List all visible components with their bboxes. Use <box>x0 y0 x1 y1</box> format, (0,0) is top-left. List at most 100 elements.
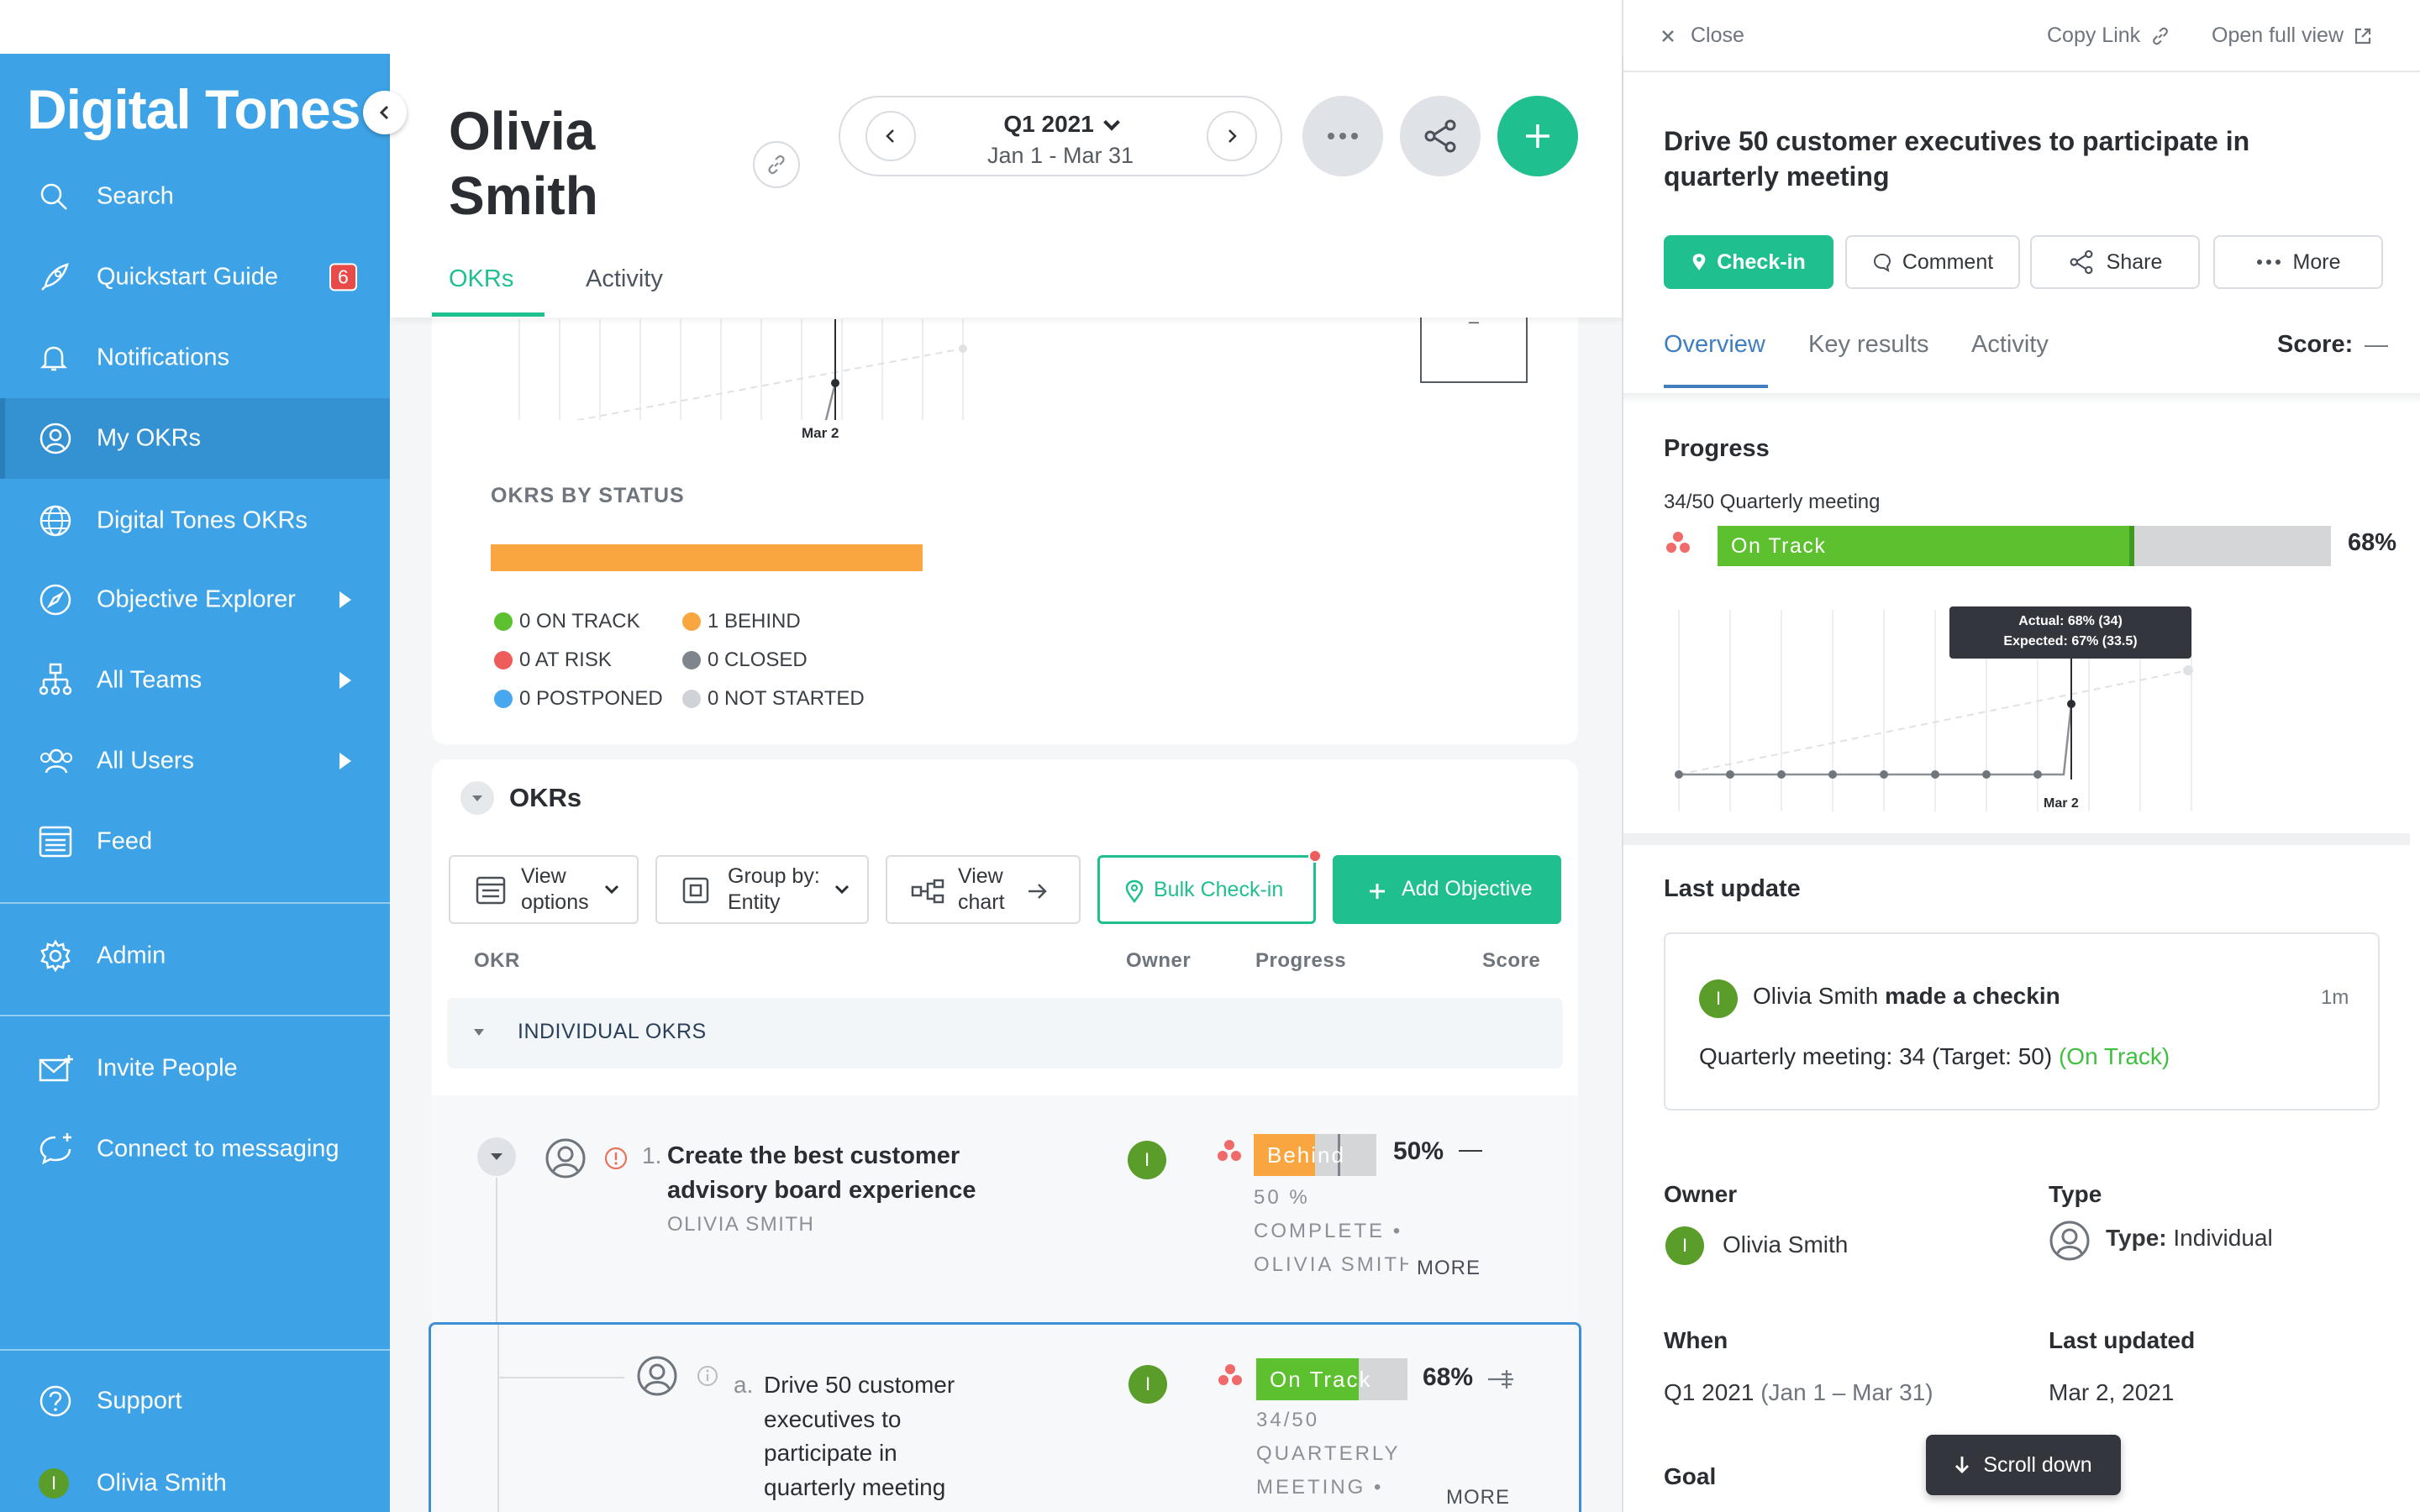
info-icon[interactable] <box>697 1365 718 1387</box>
owner-label: Owner <box>1664 1181 1738 1207</box>
update-status: (On Track) <box>2058 1043 2170 1069</box>
column-header-progress: Progress <box>1255 949 1347 972</box>
owner-avatar[interactable]: I <box>1128 1365 1167 1404</box>
checkin-button[interactable]: Check-in <box>1664 235 1833 289</box>
sidebar-item-feed[interactable]: Feed <box>0 801 390 882</box>
checkin-label: Check-in <box>1717 249 1806 274</box>
panel-title: Drive 50 customer executives to particip… <box>1664 126 2250 192</box>
sidebar-item-quickstart[interactable]: Quickstart Guide 6 <box>0 237 390 318</box>
panel-tab-overview[interactable]: Overview <box>1664 331 1765 359</box>
caret-down-icon <box>472 795 482 801</box>
sidebar-item-all-teams[interactable]: All Teams <box>0 640 390 721</box>
close-button[interactable]: Close <box>1660 24 1744 48</box>
view-chart-label: View chart <box>958 864 1005 915</box>
collapse-okrs-button[interactable] <box>460 781 494 815</box>
group-title: INDIVIDUAL OKRS <box>518 1020 707 1043</box>
type-value: Type: Individual <box>2106 1225 2273 1252</box>
owner-name[interactable]: Olivia Smith <box>1723 1231 1848 1258</box>
plus-icon <box>1370 884 1385 899</box>
tabs-shadow <box>1623 393 2420 403</box>
sidebar-item-digital-tones-okrs[interactable]: Digital Tones OKRs <box>0 480 390 561</box>
panel-status-label: On Track <box>1731 534 1827 558</box>
chevron-down-icon <box>1102 113 1120 131</box>
sidebar-item-search[interactable]: Search <box>0 156 390 237</box>
link-icon <box>768 155 785 175</box>
sidebar-item-label: Objective Explorer <box>97 585 296 613</box>
scroll-down-button[interactable]: Scroll down <box>1926 1435 2121 1495</box>
sidebar-item-my-okrs[interactable]: My OKRs <box>0 398 390 479</box>
sidebar-item-admin[interactable]: Admin <box>0 916 390 996</box>
objective-title[interactable]: Create the best customer advisory board … <box>667 1139 1003 1207</box>
more-link[interactable]: MORE <box>1417 1257 1481 1280</box>
sidebar-item-notifications[interactable]: Notifications <box>0 318 390 398</box>
expand-caret-icon[interactable] <box>339 591 351 608</box>
progress-percent: 68% <box>1423 1363 1474 1391</box>
add-objective-button[interactable]: Add Objective <box>1333 855 1561 924</box>
arrow-right-icon <box>1028 884 1047 899</box>
top-bar <box>0 0 1622 54</box>
sidebar-item-objective-explorer[interactable]: Objective Explorer <box>0 559 390 640</box>
copy-link-button[interactable]: Copy Link <box>2047 24 2170 48</box>
gear-icon <box>40 939 71 973</box>
sidebar-item-support[interactable]: Support <box>0 1361 390 1441</box>
period-selector[interactable]: Q1 2021 Jan 1 - Mar 31 <box>839 96 1282 176</box>
when-period: Q1 2021 <box>1664 1379 1754 1405</box>
share-label: Share <box>2106 249 2163 274</box>
next-period-button[interactable] <box>1207 111 1257 161</box>
objective-row[interactable]: 1. Create the best customer advisory boa… <box>432 1095 1578 1322</box>
column-header-okr: OKR <box>474 949 520 972</box>
expand-caret-icon[interactable] <box>339 753 351 769</box>
close-label: Close <box>1691 24 1744 47</box>
open-full-view-button[interactable]: Open full view <box>2212 24 2372 48</box>
tab-activity[interactable]: Activity <box>586 265 663 293</box>
panel-share-button[interactable]: Share <box>2030 235 2200 289</box>
sidebar-item-invite-people[interactable]: Invite People <box>0 1028 390 1109</box>
owner-avatar[interactable]: I <box>1128 1141 1166 1179</box>
more-link[interactable]: MORE <box>1446 1486 1510 1509</box>
collapse-sidebar-button[interactable] <box>363 91 407 134</box>
sidebar-item-connect-messaging[interactable]: Connect to messaging <box>0 1109 390 1189</box>
panel-tab-activity[interactable]: Activity <box>1971 331 2049 359</box>
sidebar-item-label: Search <box>97 182 174 210</box>
add-button[interactable] <box>1497 96 1578 176</box>
asana-icon <box>1218 1140 1241 1161</box>
messaging-icon <box>39 1133 71 1165</box>
score-value: — <box>2365 331 2388 357</box>
type-label: Type <box>2049 1181 2102 1207</box>
comment-button[interactable]: Comment <box>1845 235 2020 289</box>
sidebar-item-label: Connect to messaging <box>97 1135 339 1163</box>
expand-objective-button[interactable] <box>477 1137 516 1176</box>
sidebar-item-user-profile[interactable]: I Olivia Smith <box>0 1443 390 1512</box>
panel-tab-key-results[interactable]: Key results <box>1808 331 1928 359</box>
comment-label: Comment <box>1902 249 1994 274</box>
group-by-button[interactable]: Group by: Entity <box>655 855 869 924</box>
group-row-individual-okrs[interactable]: INDIVIDUAL OKRS <box>447 998 1563 1068</box>
share-button[interactable] <box>1400 96 1481 176</box>
type-prefix: Type: <box>2106 1225 2167 1251</box>
key-result-row-selected[interactable]: a. Drive 50 customer executives to parti… <box>429 1322 1581 1512</box>
view-options-button[interactable]: View options <box>449 855 639 924</box>
brand-logo[interactable]: Digital Tones <box>27 77 360 141</box>
key-result-title[interactable]: Drive 50 customer executives to particip… <box>764 1368 991 1504</box>
progress-meta-1: 50 % <box>1254 1186 1310 1209</box>
progress-metric-label: 34/50 Quarterly meeting <box>1664 491 1881 513</box>
sidebar-item-all-users[interactable]: All Users <box>0 721 390 801</box>
goal-label: Goal <box>1664 1463 1717 1489</box>
column-header-owner: Owner <box>1126 949 1192 972</box>
bulk-checkin-button[interactable]: Bulk Check-in <box>1097 849 1322 924</box>
asana-icon <box>1666 532 1690 553</box>
tab-okrs[interactable]: OKRs <box>449 265 513 293</box>
view-chart-button[interactable]: View chart <box>886 855 1081 924</box>
panel-more-button[interactable]: More <box>2213 235 2383 289</box>
chart-tree-icon <box>911 879 944 904</box>
legend-behind: 1 BEHIND <box>682 610 801 633</box>
sidebar-item-label: Olivia Smith <box>97 1469 227 1497</box>
info-alert-icon[interactable] <box>603 1146 629 1171</box>
user-avatar: I <box>39 1468 69 1499</box>
tree-connector <box>496 1178 497 1322</box>
update-author-name: Olivia Smith <box>1753 983 1879 1009</box>
copy-link-label: Copy Link <box>2047 24 2141 47</box>
expand-caret-icon[interactable] <box>339 672 351 689</box>
copy-profile-link-button[interactable] <box>753 141 800 188</box>
more-options-button[interactable] <box>1302 96 1383 176</box>
